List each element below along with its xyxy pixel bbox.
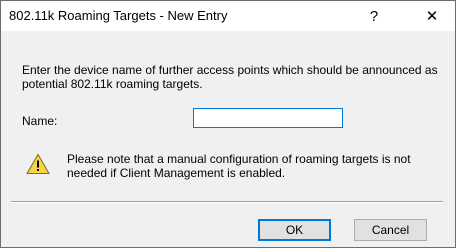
name-label: Name: [22, 114, 58, 128]
cancel-button-label: Cancel [371, 223, 410, 237]
separator [11, 201, 443, 203]
window-title: 802.11k Roaming Targets - New Entry [9, 8, 228, 23]
close-button[interactable]: ✕ [409, 1, 455, 31]
name-input[interactable] [193, 108, 343, 128]
help-button[interactable]: ? [351, 1, 397, 31]
warning-triangle-icon [26, 153, 50, 174]
ok-button-label: OK [285, 223, 304, 237]
warning-text: Please note that a manual configuration … [67, 152, 411, 180]
help-icon: ? [369, 7, 379, 25]
description-text: Enter the device name of further access … [22, 63, 438, 91]
title-bar: 802.11k Roaming Targets - New Entry ? ✕ [1, 1, 455, 31]
ok-button[interactable]: OK [258, 219, 331, 241]
close-icon: ✕ [425, 8, 439, 25]
cancel-button[interactable]: Cancel [354, 219, 427, 241]
dialog-window: 802.11k Roaming Targets - New Entry ? ✕ … [0, 0, 456, 248]
